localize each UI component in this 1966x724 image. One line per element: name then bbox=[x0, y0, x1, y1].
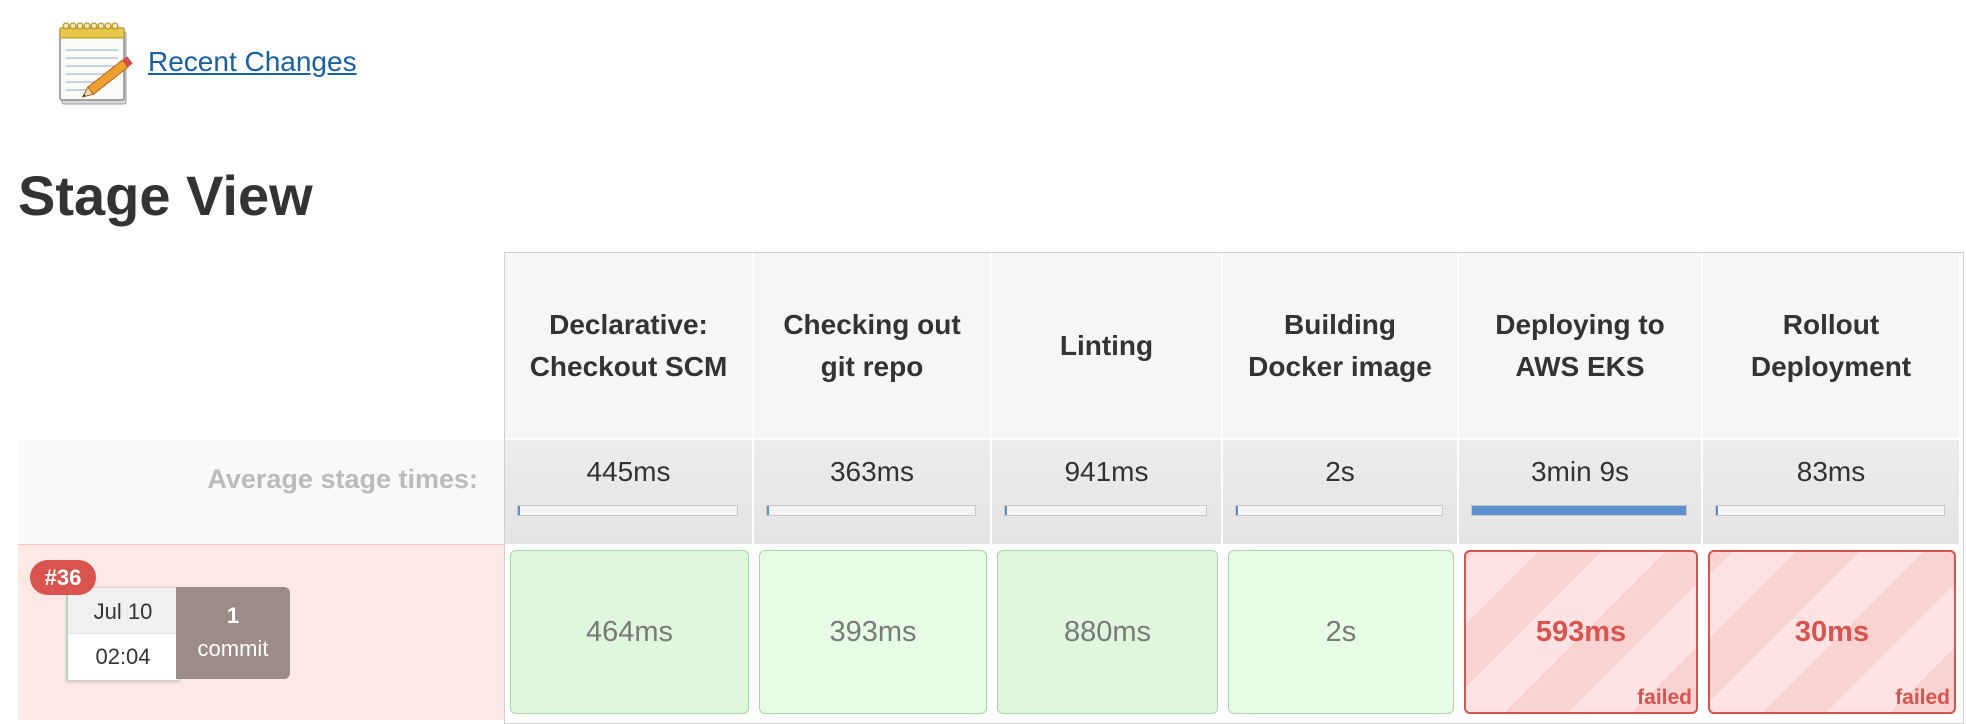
stage-column: Deploying to AWS EKS 3min 9s 593ms failed bbox=[1459, 253, 1703, 723]
stage-average-time: 445ms bbox=[586, 456, 671, 487]
stage-duration: 2s bbox=[1325, 615, 1357, 648]
recent-changes-link[interactable]: Recent Changes bbox=[148, 46, 357, 78]
stage-result-cell[interactable]: 393ms bbox=[759, 550, 987, 714]
notepad-icon[interactable] bbox=[56, 18, 144, 108]
failed-label: failed bbox=[1637, 686, 1692, 709]
stage-average-time: 2s bbox=[1325, 456, 1355, 487]
stage-header: Deploying to AWS EKS bbox=[1459, 253, 1703, 438]
stage-average: 363ms bbox=[754, 440, 992, 544]
stage-grid: Declarative: Checkout SCM 445ms 464ms Ch… bbox=[504, 252, 1964, 724]
stage-average-time: 83ms bbox=[1796, 456, 1866, 487]
stage-average-time: 363ms bbox=[829, 456, 915, 487]
build-row[interactable]: #36 Jul 10 02:04 1 commit bbox=[18, 544, 504, 720]
stage-average-bar-fill bbox=[767, 506, 769, 515]
stage-header: Building Docker image bbox=[1223, 253, 1459, 438]
stage-average-bar-fill bbox=[1005, 506, 1007, 515]
average-times-label: Average stage times: bbox=[207, 464, 478, 494]
stage-average: 3min 9s bbox=[1459, 440, 1703, 544]
stage-result-cell[interactable]: 30ms failed bbox=[1708, 550, 1956, 714]
stage-duration: 593ms bbox=[1535, 615, 1627, 648]
stage-header: Checking out git repo bbox=[754, 253, 992, 438]
stage-result-cell[interactable]: 593ms failed bbox=[1464, 550, 1698, 714]
stage-average: 941ms bbox=[992, 440, 1223, 544]
stage-average: 83ms bbox=[1703, 440, 1961, 544]
stage-header: Linting bbox=[992, 253, 1223, 438]
stage-column: Rollout Deployment 83ms 30ms failed bbox=[1703, 253, 1961, 723]
page-title: Stage View bbox=[18, 164, 313, 227]
commits-count: 1 bbox=[226, 603, 240, 628]
stage-average-bar bbox=[766, 505, 976, 516]
build-date-day: Jul 10 bbox=[68, 588, 178, 634]
stage-header: Declarative: Checkout SCM bbox=[505, 253, 754, 438]
stage-average-time: 941ms bbox=[1064, 456, 1149, 487]
average-times-row-label: Average stage times: bbox=[18, 440, 504, 544]
failed-label: failed bbox=[1895, 686, 1950, 709]
stage-result-cell[interactable]: 2s bbox=[1228, 550, 1454, 714]
stage-average-bar bbox=[1235, 505, 1443, 516]
stage-column: Building Docker image 2s 2s bbox=[1223, 253, 1459, 723]
stage-column: Declarative: Checkout SCM 445ms 464ms bbox=[505, 253, 754, 723]
commits-button[interactable]: 1 commit bbox=[176, 587, 290, 679]
commits-label: commit bbox=[197, 636, 269, 661]
recent-changes: Recent Changes bbox=[56, 18, 357, 108]
stage-column: Linting 941ms 880ms bbox=[992, 253, 1223, 723]
stage-duration: 464ms bbox=[585, 615, 674, 648]
stage-average-bar bbox=[1715, 505, 1945, 516]
stage-column: Checking out git repo 363ms 393ms bbox=[754, 253, 992, 723]
stage-average-bar bbox=[1004, 505, 1207, 516]
build-date-time: 02:04 bbox=[95, 644, 151, 669]
build-number-badge[interactable]: #36 bbox=[30, 560, 96, 595]
stage-average: 2s bbox=[1223, 440, 1459, 544]
stage-result-cell[interactable]: 880ms bbox=[997, 550, 1218, 714]
stage-average-bar-fill bbox=[518, 506, 520, 515]
stage-result-cell[interactable]: 464ms bbox=[510, 550, 749, 714]
build-date: Jul 10 02:04 bbox=[66, 587, 179, 681]
stage-average-bar-fill bbox=[1236, 506, 1239, 515]
stage-duration: 30ms bbox=[1794, 615, 1870, 648]
stage-average-bar-fill bbox=[1472, 506, 1686, 515]
stage-duration: 393ms bbox=[829, 615, 917, 648]
stage-duration: 880ms bbox=[1063, 615, 1152, 648]
stage-average-bar bbox=[1471, 505, 1687, 516]
stage-header: Rollout Deployment bbox=[1703, 253, 1961, 438]
stage-average-time: 3min 9s bbox=[1530, 456, 1630, 487]
stage-average: 445ms bbox=[505, 440, 754, 544]
stage-average-bar bbox=[517, 505, 738, 516]
stage-average-bar-fill bbox=[1716, 506, 1718, 515]
